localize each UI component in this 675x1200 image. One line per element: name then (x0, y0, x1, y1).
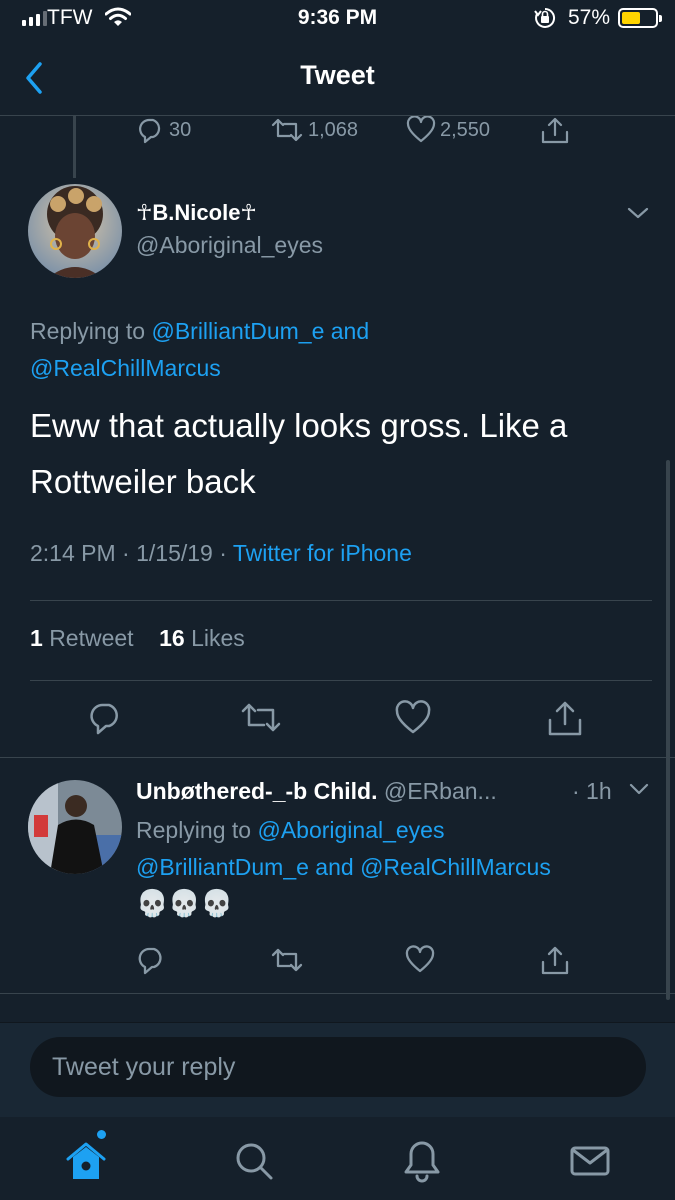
mention-link[interactable]: @BrilliantDum_e (151, 318, 324, 344)
search-icon[interactable] (230, 1137, 278, 1185)
tweet-actions (0, 700, 675, 740)
reply-avatar[interactable] (28, 780, 122, 874)
tweet-text: Eww that actually looks gross. Like a Ro… (30, 407, 568, 500)
tweet-time: 2:14 PM (30, 540, 116, 566)
status-bar: TFW 9:36 PM 57% (0, 0, 675, 40)
likes-count-link[interactable]: 16 Likes (159, 625, 245, 651)
display-name[interactable]: ☥B.Nicole☥ (136, 200, 257, 226)
parent-like-count: 2,550 (440, 118, 491, 141)
replying-to-label: Replying to (30, 318, 146, 344)
like-button[interactable] (394, 700, 432, 736)
divider (0, 993, 675, 994)
reply-text: 💀💀💀 (136, 888, 234, 918)
divider (0, 757, 675, 758)
parent-reply-count: 30 (169, 118, 192, 141)
heart-icon (406, 116, 436, 143)
profile-photo (28, 184, 122, 278)
battery-icon (618, 8, 662, 28)
reply-icon[interactable] (137, 945, 167, 975)
notifications-icon[interactable] (398, 1137, 446, 1185)
parent-tweet-actions: 30 1,068 2,550 (0, 116, 675, 146)
mention-link[interactable]: @RealChillMarcus (360, 854, 551, 880)
engagement-counts: 1 Retweet 16 Likes (30, 625, 245, 652)
retweet-icon (271, 118, 303, 142)
nav-bar: Tweet (0, 40, 675, 116)
reply-replying-to-line: Replying to @Aboriginal_eyes @BrilliantD… (136, 812, 656, 886)
retweet-button[interactable] (240, 700, 282, 736)
chevron-down-icon[interactable] (626, 205, 650, 221)
mention-link[interactable]: @RealChillMarcus (30, 355, 221, 381)
scrollbar[interactable] (666, 460, 670, 1000)
parent-share-button[interactable] (540, 116, 570, 146)
orientation-lock-icon (534, 7, 556, 28)
share-button[interactable] (547, 700, 583, 738)
user-handle[interactable]: @Aboriginal_eyes (136, 232, 323, 259)
tweet-detail-screen: TFW 9:36 PM 57% Tweet 30 1,068 2,550 ☥B.… (0, 0, 675, 1200)
battery-level-fill (622, 12, 640, 24)
reply-input[interactable] (30, 1037, 646, 1097)
parent-retweet-count: 1,068 (308, 118, 359, 141)
tweet-meta: 2:14 PM · 1/15/19 · Twitter for iPhone (30, 540, 412, 566)
reply-button[interactable] (88, 700, 124, 736)
reply-timestamp: · 1h (572, 778, 612, 804)
mention-link[interactable]: @Aboriginal_eyes (257, 817, 444, 843)
reply-tweet-actions (0, 945, 675, 979)
retweet-icon[interactable] (270, 945, 304, 975)
unread-indicator-dot (97, 1130, 106, 1139)
reply-header: Unbøthered-_-b Child. @ERban... (136, 778, 636, 805)
tweet-source-link[interactable]: Twitter for iPhone (233, 540, 412, 566)
replying-and: and (330, 318, 370, 344)
heart-icon[interactable] (405, 945, 435, 975)
parent-like-button[interactable]: 2,550 (406, 116, 490, 144)
home-icon[interactable] (62, 1137, 110, 1185)
reply-icon (139, 118, 161, 144)
divider (30, 680, 652, 681)
battery-percent: 57% (568, 6, 611, 29)
reply-display-name[interactable]: Unbøthered-_-b Child. (136, 778, 377, 804)
avatar[interactable] (28, 184, 122, 278)
page-title: Tweet (300, 60, 375, 90)
mention-link[interactable]: @BrilliantDum_e (136, 854, 309, 880)
reply-handle[interactable]: @ERban... (384, 778, 497, 804)
replying-to-line: Replying to @BrilliantDum_e and @RealChi… (30, 313, 630, 387)
replying-to-label: Replying to (136, 817, 252, 843)
tweet-date: 1/15/19 (136, 540, 213, 566)
retweets-count-link[interactable]: 1 Retweet (30, 625, 134, 651)
share-icon[interactable] (540, 945, 570, 977)
messages-icon[interactable] (566, 1137, 614, 1185)
parent-reply-button[interactable]: 30 (137, 116, 191, 144)
reply-profile-photo (28, 780, 122, 874)
chevron-down-icon[interactable] (628, 782, 650, 796)
parent-retweet-button[interactable]: 1,068 (270, 116, 358, 144)
replying-and: and (315, 854, 354, 880)
divider (30, 600, 652, 601)
